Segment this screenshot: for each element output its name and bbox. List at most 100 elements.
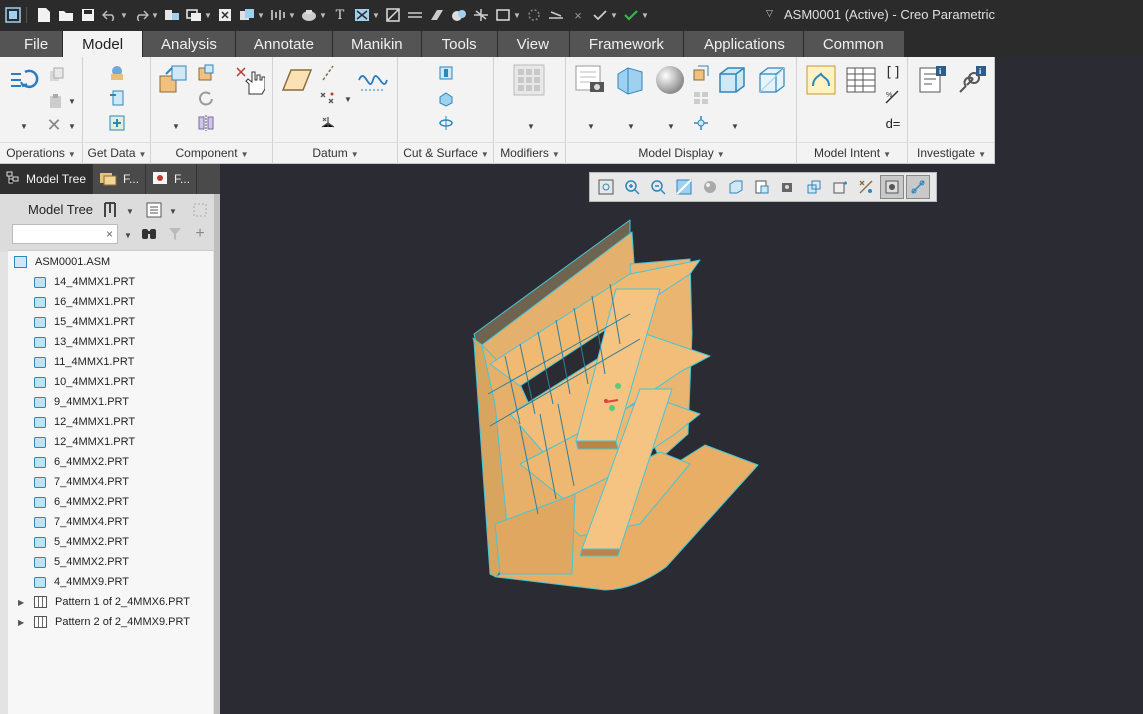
extrude-cut-icon[interactable] bbox=[436, 88, 456, 108]
layer-dropdown-icon[interactable]: ▼ bbox=[372, 11, 380, 20]
show-icon[interactable] bbox=[144, 200, 164, 220]
tree-settings-icon[interactable] bbox=[100, 200, 120, 220]
tab-applications[interactable]: Applications bbox=[683, 31, 803, 57]
text-icon[interactable]: T bbox=[331, 6, 349, 24]
tab-analysis[interactable]: Analysis bbox=[143, 31, 235, 57]
copy-icon[interactable] bbox=[238, 6, 256, 24]
switch-dimensions-icon[interactable]: % bbox=[883, 88, 903, 108]
tree-item[interactable]: 16_4MMX1.PRT bbox=[34, 292, 135, 312]
tree-item[interactable]: 15_4MMX1.PRT bbox=[34, 312, 135, 332]
annotation-display-icon[interactable] bbox=[854, 175, 878, 199]
tree-item[interactable]: 10_4MMX1.PRT bbox=[34, 372, 135, 392]
windows-icon[interactable] bbox=[185, 6, 203, 24]
tree-item[interactable]: 5_4MMX2.PRT bbox=[34, 552, 129, 572]
redo-dropdown-icon[interactable]: ▼ bbox=[151, 11, 159, 20]
check-dropdown-icon[interactable]: ▼ bbox=[610, 11, 618, 20]
tab-manikin[interactable]: Manikin bbox=[332, 31, 421, 57]
wave-icon[interactable] bbox=[472, 6, 490, 24]
regenerate-icon[interactable] bbox=[163, 6, 181, 24]
close-window-icon[interactable] bbox=[216, 6, 234, 24]
appearance-dropdown-icon[interactable]: ▼ bbox=[667, 122, 675, 131]
tab-model-tree[interactable]: Model Tree bbox=[0, 164, 94, 194]
repeat-icon[interactable] bbox=[196, 88, 216, 108]
relations-icon[interactable]: [] bbox=[883, 63, 903, 83]
redo-icon[interactable] bbox=[132, 6, 150, 24]
undo-dropdown-icon[interactable]: ▼ bbox=[120, 11, 128, 20]
save-icon[interactable] bbox=[79, 6, 97, 24]
tree-settings-dropdown-icon[interactable]: ▼ bbox=[126, 207, 134, 216]
copy-dropdown-icon[interactable]: ▼ bbox=[257, 11, 265, 20]
tree-item[interactable]: 13_4MMX1.PRT bbox=[34, 332, 135, 352]
repaint-icon[interactable] bbox=[384, 6, 402, 24]
group-label-model-intent[interactable]: Model Intent ▼ bbox=[798, 146, 907, 160]
tab-annotate[interactable]: Annotate bbox=[235, 31, 332, 57]
paste-icon[interactable] bbox=[46, 91, 66, 111]
point-icon[interactable] bbox=[318, 88, 338, 108]
paste-dropdown-icon[interactable]: ▼ bbox=[68, 97, 76, 106]
coordinate-system-icon[interactable] bbox=[318, 113, 338, 133]
tree-item[interactable]: 7_4MMX4.PRT bbox=[34, 512, 129, 532]
perspective-view-icon[interactable] bbox=[755, 63, 789, 97]
tree-item[interactable]: 12_4MMX1.PRT bbox=[34, 432, 135, 452]
tree-item[interactable]: 6_4MMX2.PRT bbox=[34, 492, 129, 512]
repaint-icon[interactable] bbox=[672, 175, 696, 199]
windows-dropdown-icon[interactable]: ▼ bbox=[204, 11, 212, 20]
appearance-dropdown-icon[interactable]: ▼ bbox=[319, 11, 327, 20]
appearance-sphere-icon[interactable] bbox=[653, 63, 687, 97]
tree-item[interactable]: 7_4MMX4.PRT bbox=[34, 472, 129, 492]
tree-search-input[interactable]: × bbox=[12, 224, 118, 244]
dimension-equals-icon[interactable]: d= bbox=[883, 113, 903, 133]
tab-file[interactable]: File bbox=[0, 31, 63, 57]
open-icon[interactable] bbox=[57, 6, 75, 24]
family-table-icon[interactable] bbox=[804, 63, 838, 97]
regenerate-icon[interactable] bbox=[6, 63, 40, 97]
graphics-window[interactable] bbox=[220, 164, 1143, 714]
operations-dropdown-icon[interactable]: ▼ bbox=[20, 122, 28, 131]
expand-icon[interactable]: ▶ bbox=[18, 618, 28, 627]
display-style-dropdown-icon[interactable]: ▼ bbox=[731, 122, 739, 131]
explode-view-icon[interactable] bbox=[691, 88, 711, 108]
parameters-table-icon[interactable] bbox=[844, 63, 878, 97]
add-icon[interactable]: + bbox=[191, 225, 209, 243]
selection-filter-icon[interactable] bbox=[906, 175, 930, 199]
group-label-operations[interactable]: Operations ▼ bbox=[0, 146, 82, 160]
zoom-in-icon[interactable] bbox=[620, 175, 644, 199]
tree-root[interactable]: ASM0001.ASM bbox=[14, 252, 110, 272]
refit-icon[interactable] bbox=[594, 175, 618, 199]
rectangle-dropdown-icon[interactable]: ▼ bbox=[513, 11, 521, 20]
section-icon[interactable] bbox=[802, 175, 826, 199]
show-dropdown-icon[interactable]: ▼ bbox=[169, 207, 177, 216]
datum-display-icon[interactable] bbox=[880, 175, 904, 199]
group-label-investigate[interactable]: Investigate ▼ bbox=[909, 146, 994, 160]
line-icon[interactable] bbox=[406, 6, 424, 24]
tree-item[interactable]: 14_4MMX1.PRT bbox=[34, 272, 135, 292]
tree-item-pattern[interactable]: ▶ Pattern 2 of 2_4MMX9.PRT bbox=[18, 612, 190, 632]
copy-icon[interactable] bbox=[46, 65, 66, 85]
column-icon[interactable] bbox=[190, 200, 210, 220]
tree-item-pattern[interactable]: ▶ Pattern 1 of 2_4MMX6.PRT bbox=[18, 592, 190, 612]
find-icon[interactable] bbox=[140, 225, 158, 243]
new-icon[interactable] bbox=[35, 6, 53, 24]
view-dropdown-icon[interactable]: ▼ bbox=[587, 122, 595, 131]
model-info-icon[interactable]: i bbox=[915, 63, 949, 97]
group-label-modifiers[interactable]: Modifiers ▼ bbox=[495, 146, 565, 160]
sketch-curve-icon[interactable] bbox=[356, 63, 390, 97]
steering-icon[interactable] bbox=[269, 6, 287, 24]
drag-components-icon[interactable] bbox=[232, 63, 266, 97]
appearance-icon[interactable] bbox=[300, 6, 318, 24]
tree-item[interactable]: 6_4MMX2.PRT bbox=[34, 452, 129, 472]
group-label-get-data[interactable]: Get Data ▼ bbox=[84, 146, 150, 160]
tab-common[interactable]: Common bbox=[803, 31, 904, 57]
group-label-cut-surface[interactable]: Cut & Surface ▼ bbox=[399, 146, 493, 160]
tree-item[interactable]: 12_4MMX1.PRT bbox=[34, 412, 135, 432]
axis-icon[interactable] bbox=[318, 63, 338, 83]
circle-icon[interactable] bbox=[525, 6, 543, 24]
tab-folder-browser[interactable]: F... bbox=[93, 164, 147, 194]
shrinkwrap-icon[interactable] bbox=[107, 113, 127, 133]
sketch-icon[interactable] bbox=[428, 6, 446, 24]
clear-search-icon[interactable]: × bbox=[106, 227, 113, 241]
display-style-icon[interactable] bbox=[698, 175, 722, 199]
hole-icon[interactable] bbox=[436, 63, 456, 83]
group-label-component[interactable]: Component ▼ bbox=[152, 146, 272, 160]
app-logo-icon[interactable] bbox=[4, 6, 22, 24]
